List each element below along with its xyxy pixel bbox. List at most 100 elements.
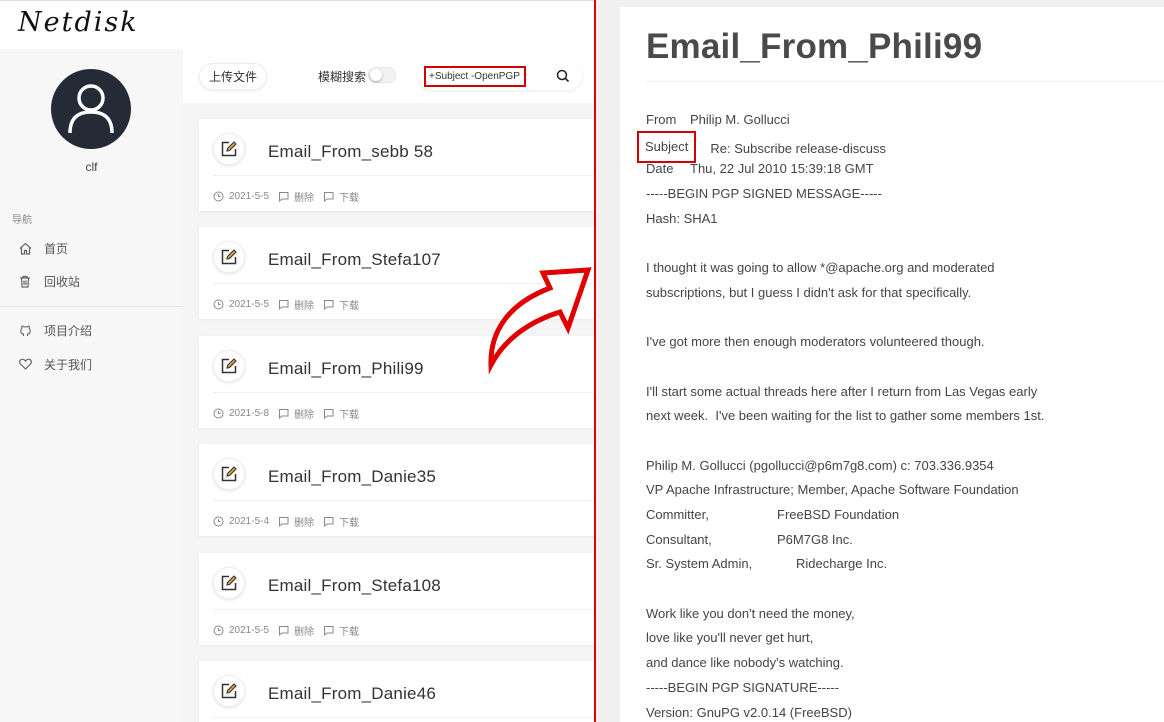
- card-divider: [213, 391, 594, 393]
- signature-row: Committer, FreeBSD Foundation: [646, 503, 1164, 528]
- email-line: Hash: SHA1: [646, 210, 718, 226]
- download-link[interactable]: 下载: [339, 406, 359, 421]
- signature-row: Consultant, P6M7G8 Inc.: [646, 528, 1164, 553]
- file-date: 2021-5-5: [229, 299, 270, 311]
- body-lines: -----BEGIN PGP SIGNED MESSAGE----- Hash: …: [646, 182, 1164, 503]
- file-name[interactable]: Email_From_Stefa108: [268, 576, 441, 596]
- edit-icon[interactable]: [213, 675, 245, 707]
- file-name[interactable]: Email_From_sebb 58: [268, 142, 433, 162]
- file-name[interactable]: Email_From_Danie46: [268, 684, 436, 704]
- nav-item-label: 项目介绍: [44, 323, 93, 338]
- email-line: [646, 306, 1164, 331]
- email-line: I've got more then enough moderators vol…: [646, 334, 985, 350]
- email-line: and dance like nobody's watching.: [646, 655, 844, 671]
- comment-icon: [278, 299, 289, 311]
- delete-link[interactable]: 删除: [294, 297, 314, 312]
- header-date: Date Thu, 22 Jul 2010 15:39:18 GMT: [646, 157, 1164, 182]
- search-input[interactable]: [424, 66, 526, 87]
- tail-lines: Work like you don't need the money, love …: [646, 577, 1164, 722]
- avatar[interactable]: [51, 69, 131, 149]
- nav-item-recycle-bin[interactable]: 回收站: [18, 271, 80, 291]
- nav-item-label: 首页: [44, 241, 69, 256]
- email-line: [646, 577, 1164, 602]
- comment-icon: [323, 191, 334, 202]
- nav-item-home[interactable]: 首页: [18, 238, 68, 258]
- signature-role: Consultant,: [646, 531, 712, 547]
- upload-file-button[interactable]: 上传文件: [199, 63, 267, 90]
- file-name[interactable]: Email_From_Stefa107: [268, 250, 441, 270]
- comment-icon: [278, 191, 289, 202]
- email-line: -----BEGIN PGP SIGNATURE-----: [646, 679, 840, 695]
- email-line: [646, 429, 1164, 454]
- edit-icon[interactable]: [213, 241, 245, 274]
- edit-icon[interactable]: [213, 133, 245, 165]
- signature-role: Committer,: [646, 507, 709, 522]
- card-divider: [213, 717, 594, 718]
- home-icon: [18, 241, 32, 255]
- signature-org: Ridecharge Inc.: [796, 556, 888, 572]
- file-meta: 2021-5-5 删除 下载: [213, 189, 359, 204]
- comment-icon: [323, 408, 334, 419]
- from-value: Philip M. Gollucci: [690, 112, 790, 127]
- card-divider: [213, 500, 594, 502]
- download-link[interactable]: 下载: [339, 297, 359, 312]
- file-meta: 2021-5-8 删除 下载: [213, 406, 359, 421]
- subject-label-highlight: Subject: [637, 130, 697, 163]
- from-label: From: [646, 112, 677, 127]
- delete-link[interactable]: 删除: [294, 189, 314, 204]
- download-link[interactable]: 下载: [339, 514, 359, 529]
- comment-icon: [278, 408, 289, 419]
- email-line: -----BEGIN PGP SIGNED MESSAGE-----: [646, 186, 882, 202]
- edit-icon[interactable]: [213, 566, 245, 599]
- trash-icon: [18, 274, 32, 288]
- file-meta: 2021-5-5 删除 下载: [213, 623, 359, 638]
- comment-icon: [323, 299, 334, 311]
- clock-icon: [213, 408, 224, 419]
- nav-item-about-us[interactable]: 关于我们: [18, 354, 92, 374]
- download-link[interactable]: 下载: [339, 189, 359, 204]
- file-date: 2021-5-8: [229, 407, 270, 419]
- clock-icon: [213, 299, 224, 310]
- header-from: From Philip M. Gollucci: [646, 108, 1164, 133]
- delete-link[interactable]: 删除: [294, 623, 314, 638]
- nav-separator: [0, 306, 183, 307]
- signature-row: Sr. System Admin, Ridecharge Inc.: [646, 552, 1164, 577]
- email-line: I'll start some actual threads here afte…: [646, 383, 1038, 399]
- file-name[interactable]: Email_From_Phili99: [268, 359, 424, 379]
- comment-icon: [278, 625, 289, 636]
- email-line: VP Apache Infrastructure; Member, Apache…: [646, 482, 1019, 498]
- file-meta: 2021-5-4 删除 下载: [213, 514, 359, 529]
- file-card[interactable]: Email_From_Danie35 2021-5-4 删除 下载: [199, 444, 594, 537]
- email-line: love like you'll never get hurt,: [646, 630, 814, 646]
- nav-item-label: 回收站: [44, 274, 81, 289]
- delete-link[interactable]: 删除: [294, 406, 314, 421]
- date-value: Thu, 22 Jul 2010 15:39:18 GMT: [690, 161, 874, 177]
- nav-title: 导航: [12, 215, 32, 226]
- heart-icon: [18, 357, 32, 371]
- file-card[interactable]: Email_From_Danie46: [199, 661, 594, 722]
- nav-item-project-intro[interactable]: 项目介绍: [18, 320, 92, 340]
- header-subject: Subject Re: Subscribe release-discuss: [637, 130, 1164, 163]
- edit-icon[interactable]: [213, 349, 245, 382]
- signature-org: P6M7G8 Inc.: [777, 531, 853, 547]
- user-icon: [68, 84, 114, 134]
- edit-icon[interactable]: [213, 458, 245, 491]
- email-body: From Philip M. Gollucci Subject Re: Subscr…: [637, 108, 1164, 722]
- curved-arrow-annotation: [488, 267, 592, 375]
- file-name[interactable]: Email_From_Danie35: [268, 467, 436, 487]
- email-line: Work like you don't need the money,: [646, 605, 855, 621]
- comment-icon: [278, 516, 289, 528]
- file-meta: 2021-5-5 删除 下载: [213, 297, 359, 312]
- fuzzy-search-toggle[interactable]: [368, 67, 396, 83]
- email-line: [646, 355, 1164, 380]
- subject-label: Subject: [645, 138, 689, 154]
- delete-link[interactable]: 删除: [294, 514, 314, 529]
- card-divider: [213, 608, 594, 610]
- search-icon[interactable]: [556, 69, 570, 83]
- github-icon: [18, 323, 32, 337]
- card-divider: [213, 175, 594, 176]
- file-card[interactable]: Email_From_Stefa108 2021-5-5 删除 下载: [199, 552, 594, 645]
- signature-rows: Committer, FreeBSD Foundation Consultant, P…: [646, 503, 1164, 577]
- file-card[interactable]: Email_From_sebb 58 2021-5-5 删除 下载: [199, 119, 594, 211]
- download-link[interactable]: 下载: [339, 623, 359, 638]
